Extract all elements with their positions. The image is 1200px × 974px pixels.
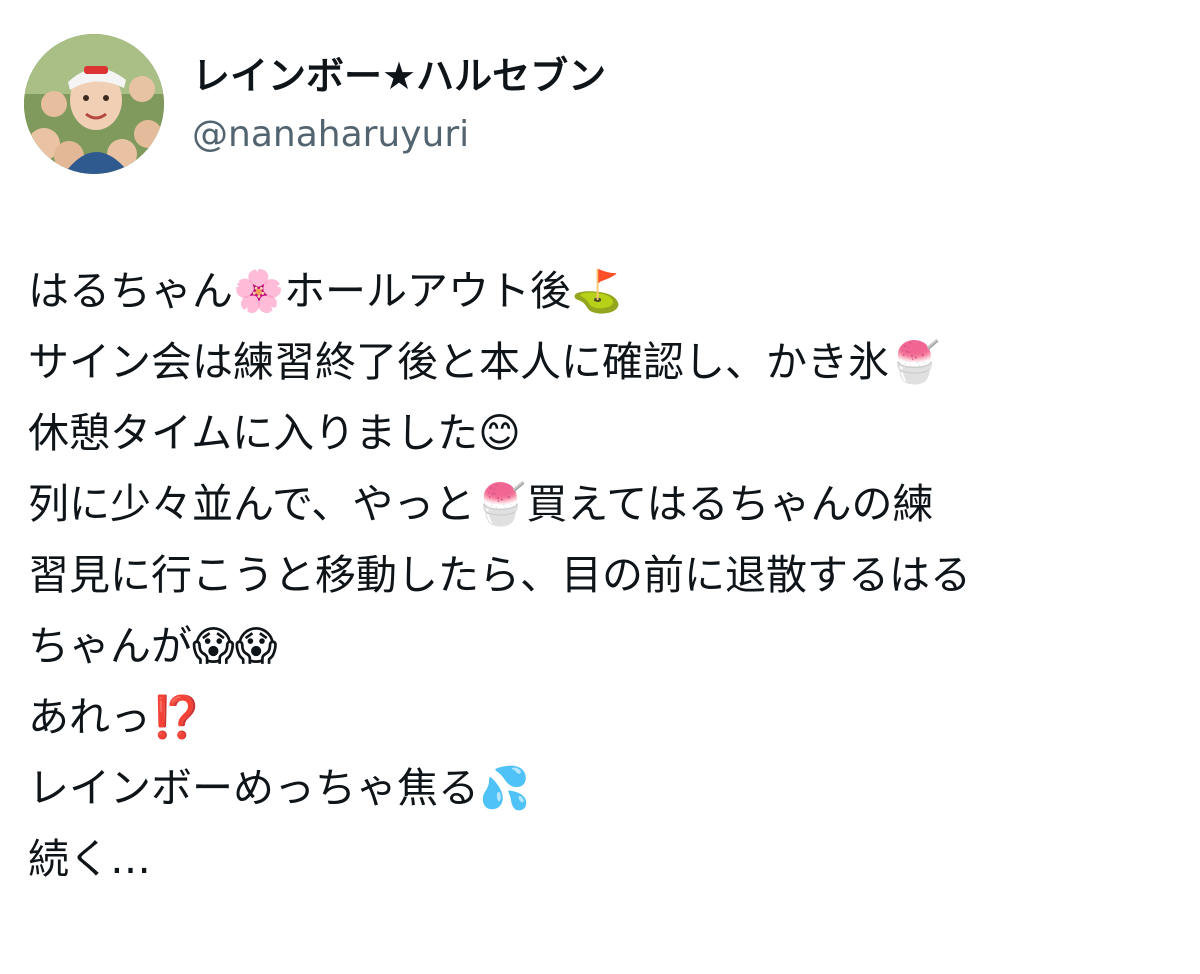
tweet-text: はるちゃん🌸ホールアウト後⛳️ サイン会は練習終了後と本人に確認し、かき氷🍧 休… (28, 256, 1178, 895)
tweet-line: あれっ⁉️ (28, 693, 203, 741)
display-name[interactable]: レインボー★ハルセブン (192, 52, 606, 100)
tweet-header: レインボー★ハルセブン @nanaharuyuri (24, 34, 1174, 174)
avatar[interactable] (24, 34, 164, 174)
tweet-line: 休憩タイムに入りました😊 (28, 409, 521, 457)
avatar-photo-icon (24, 34, 164, 174)
tweet-line: レインボーめっちゃ焦る💦 (28, 764, 531, 812)
tweet-line: はるちゃん🌸ホールアウト後⛳️ (28, 267, 623, 315)
user-handle[interactable]: @nanaharuyuri (192, 112, 469, 158)
tweet-line: 習見に行こうと移動したら、目の前に退散するはる (28, 551, 971, 599)
tweet-line: サイン会は練習終了後と本人に確認し、かき氷🍧 (28, 338, 941, 386)
tweet-line: 列に少々並んで、やっと🍧買えてはるちゃんの練 (28, 480, 934, 528)
tweet-line: ちゃんが😱😱 (28, 622, 278, 670)
tweet-line: 続く… (28, 835, 151, 883)
